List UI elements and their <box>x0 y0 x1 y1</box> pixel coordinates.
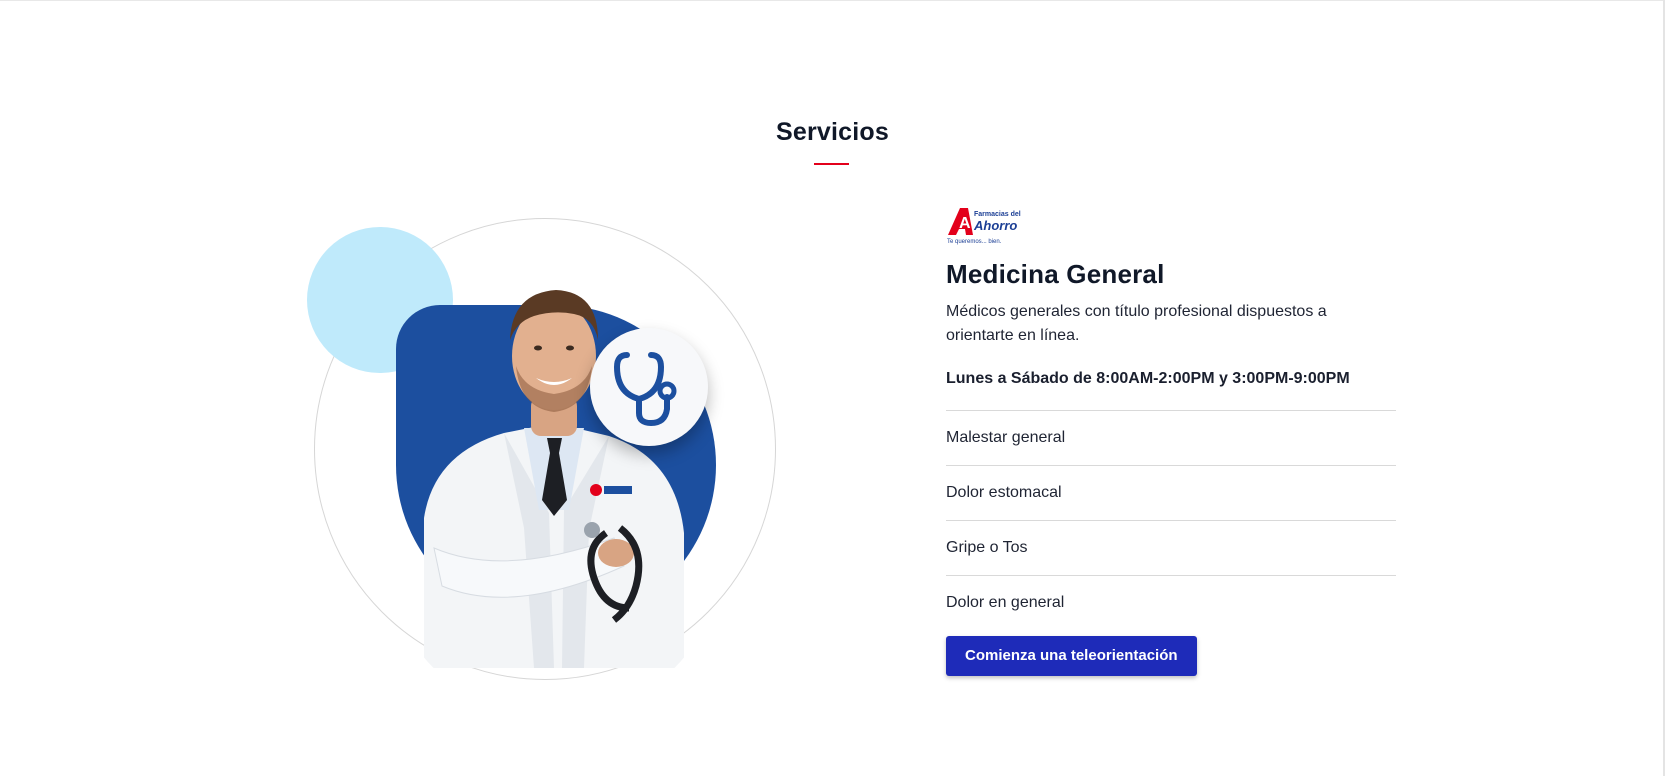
stethoscope-icon <box>613 352 677 427</box>
svg-text:A: A <box>959 215 971 232</box>
symptom-list: Malestar general Dolor estomacal Gripe o… <box>946 410 1396 630</box>
start-teleorientation-button[interactable]: Comienza una teleorientación <box>946 636 1197 676</box>
service-title: Medicina General <box>946 259 1165 289</box>
service-details: A Farmacias del Ahorro Te queremos... bi… <box>946 205 1396 676</box>
svg-text:Farmacias del: Farmacias del <box>974 211 1021 218</box>
farmacias-del-ahorro-logo: A Farmacias del Ahorro Te queremos... bi… <box>947 208 1021 245</box>
title-underline <box>814 163 849 165</box>
stethoscope-badge <box>590 328 708 446</box>
symptom-item: Gripe o Tos <box>946 520 1396 575</box>
service-schedule: Lunes a Sábado de 8:00AM-2:00PM y 3:00PM… <box>946 370 1350 387</box>
symptom-item: Dolor estomacal <box>946 465 1396 520</box>
doctor-photo <box>424 290 684 668</box>
top-divider <box>0 0 1665 1</box>
service-description: Médicos generales con título profesional… <box>946 303 1327 344</box>
symptom-item: Dolor en general <box>946 575 1396 630</box>
svg-text:Te queremos... bien.: Te queremos... bien. <box>947 239 1002 245</box>
doctor-illustration <box>300 210 780 690</box>
section-title: Servicios <box>776 118 889 146</box>
svg-text:Ahorro: Ahorro <box>973 218 1017 233</box>
symptom-item: Malestar general <box>946 410 1396 465</box>
